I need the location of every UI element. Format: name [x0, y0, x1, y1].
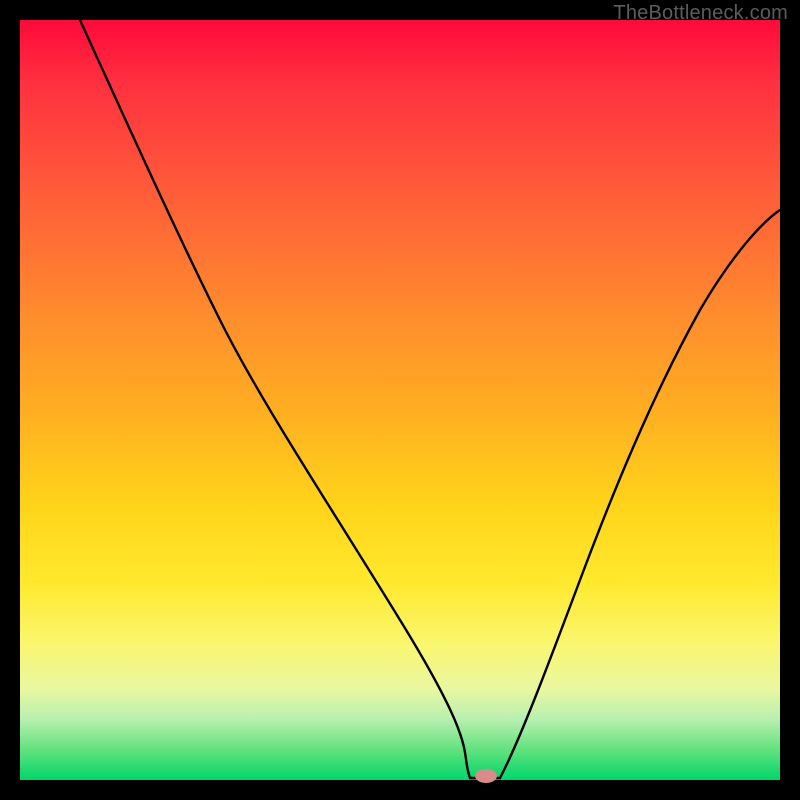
watermark-text: TheBottleneck.com: [613, 2, 788, 25]
curve-path: [80, 20, 780, 778]
plot-area: [20, 20, 780, 780]
bottleneck-curve: [20, 20, 780, 780]
min-marker: [475, 769, 497, 783]
chart-frame: TheBottleneck.com: [0, 0, 800, 800]
